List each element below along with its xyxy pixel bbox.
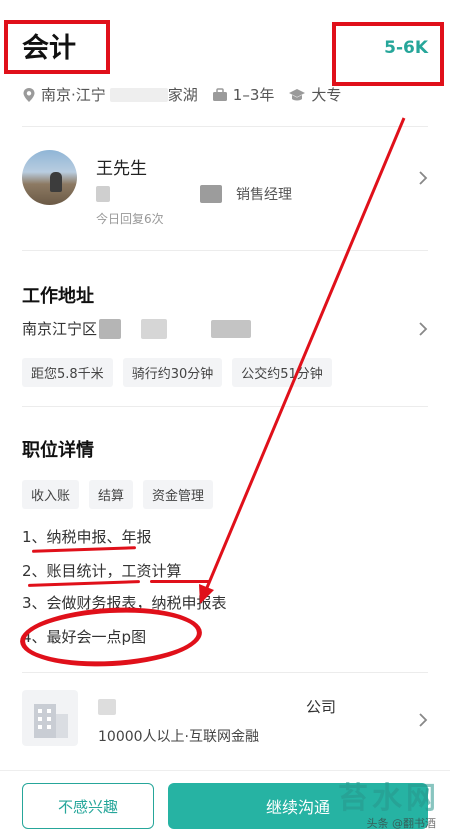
recruiter-company-role: 销售经理: [96, 184, 292, 204]
redacted-block: [200, 185, 222, 203]
building-icon: [34, 704, 68, 738]
redacted-block: [99, 318, 122, 339]
watermark-source: 头条 @翻书酒: [366, 817, 437, 830]
experience-item: 1–3年: [212, 84, 275, 105]
recruiter-reply-note: 今日回复6次: [96, 212, 164, 226]
company-logo: [22, 690, 78, 746]
detail-line-2: 2、账目统计，工资计算: [22, 562, 182, 580]
redacted-block: [141, 318, 168, 339]
chevron-right-icon: [419, 171, 428, 185]
skill-tag: 资金管理: [143, 480, 214, 509]
cycling-tag: 骑行约30分钟: [122, 358, 223, 387]
education-text: 大专: [311, 86, 342, 104]
divider: [22, 250, 428, 251]
not-interested-button[interactable]: 不感兴趣: [22, 783, 154, 829]
annotation-box-salary: [332, 22, 444, 86]
redacted-block: [96, 186, 110, 202]
job-detail-title: 职位详情: [22, 440, 94, 461]
redacted-block: [98, 698, 116, 715]
annotation-underline: [31, 546, 137, 553]
location-item: 南京·江宁 家湖: [22, 84, 198, 105]
company-info: 10000人以上·互联网金融: [98, 729, 259, 745]
skill-tag: 收入账: [22, 480, 80, 509]
work-address-text: 南京江宁区: [22, 320, 98, 338]
company-card[interactable]: 公司 10000人以上·互联网金融: [22, 690, 428, 754]
location-text: 南京·江宁: [41, 86, 106, 104]
recruiter-name: 王先生: [96, 159, 147, 179]
transit-tag: 公交约51分钟: [232, 358, 332, 387]
watermark-logo: 苔水网: [338, 781, 440, 816]
divider: [22, 672, 428, 673]
job-meta-row: 南京·江宁 家湖 1–3年 大专: [22, 84, 355, 105]
education-item: 大专: [288, 84, 341, 105]
annotation-ellipse: [18, 603, 204, 671]
work-address-title: 工作地址: [22, 286, 94, 307]
chevron-right-icon: [419, 713, 428, 727]
company-name-suffix: 公司: [306, 698, 337, 716]
distance-tags: 距您5.8千米 骑行约30分钟 公交约51分钟: [22, 358, 342, 387]
work-address-row[interactable]: 南京江宁区: [22, 318, 428, 339]
redacted-block: [211, 319, 252, 338]
avatar: [22, 150, 77, 205]
annotation-underline: [27, 580, 141, 587]
detail-line-1: 1、纳税申报、年报: [22, 528, 152, 546]
recruiter-role: 销售经理: [236, 187, 292, 203]
divider: [22, 406, 428, 407]
skill-tags: 收入账 结算 资金管理: [22, 480, 223, 509]
skill-tag: 结算: [89, 480, 134, 509]
company-name: 公司: [98, 696, 336, 717]
annotation-box-title: [4, 20, 110, 74]
chevron-right-icon: [419, 322, 428, 336]
experience-text: 1–3年: [232, 86, 275, 104]
redacted-block: [109, 87, 168, 102]
graduation-cap-icon: [289, 88, 306, 100]
district-text: 家湖: [167, 86, 198, 104]
recruiter-card[interactable]: 王先生 销售经理 今日回复6次: [22, 150, 428, 230]
distance-tag: 距您5.8千米: [22, 358, 113, 387]
annotation-underline: [150, 580, 210, 583]
location-pin-icon: [23, 87, 35, 102]
briefcase-icon: [212, 87, 227, 101]
divider: [22, 126, 428, 127]
